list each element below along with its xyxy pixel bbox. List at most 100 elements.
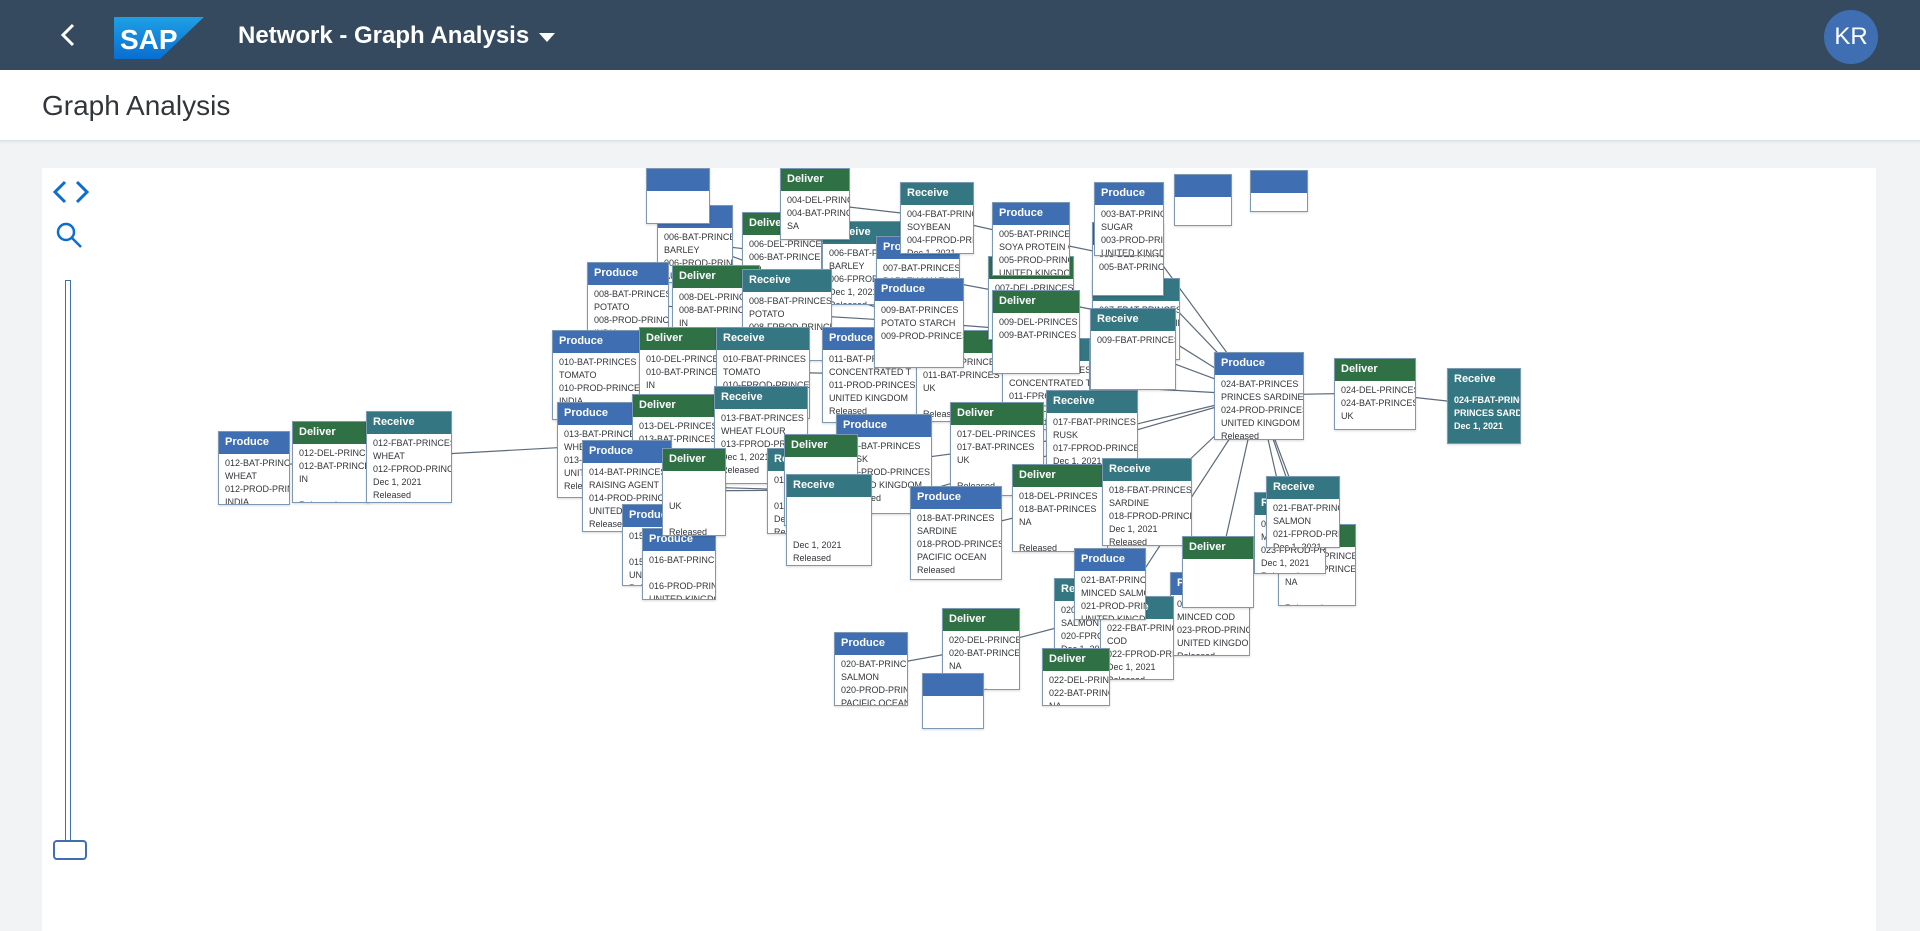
- node-line: PRINCES SARDINE: [1454, 408, 1520, 418]
- node-body: Released: [1183, 559, 1253, 607]
- graph-node-produce[interactable]: Produce016-BAT-PRINCES 016-PROD-PRINCESU…: [642, 528, 716, 600]
- node-line: 010-BAT-PRINCES: [559, 357, 637, 367]
- graph-node-receive[interactable]: Receive 012-FBAT-PRINCES WHEAT 012-FPROD-PR…: [366, 411, 452, 503]
- graph-node-blank[interactable]: [1174, 174, 1232, 226]
- node-line: SARDINE: [1109, 498, 1150, 508]
- graph-node-deliver[interactable]: Deliver022-DEL-PRINCES022-BAT-PRINCESNA …: [1042, 648, 1110, 706]
- graph-node-blank[interactable]: [922, 673, 984, 729]
- graph-canvas[interactable]: Produce012-BAT-PRINCESWHEAT012-PROD-PRIN…: [42, 168, 1876, 931]
- node-line: 009-BAT-PRINCES: [999, 330, 1077, 340]
- node-line: 024-FBAT-PRINCES: [1454, 395, 1520, 405]
- node-line: TOMATO: [723, 367, 761, 377]
- node-header: Receive: [1047, 391, 1137, 413]
- chevron-right-icon[interactable]: [72, 178, 92, 206]
- node-line: Released: [1109, 537, 1148, 546]
- node-line: 010-FBAT-PRINCES: [723, 354, 806, 364]
- graph-node-receive[interactable]: Receive 021-FBAT-PRINCES SALMON 021-FPROD-P…: [1266, 476, 1340, 548]
- node-line: [793, 500, 865, 513]
- node-line: 014-BAT-PRINCES: [589, 467, 667, 477]
- graph-node-deliver[interactable]: Deliver004-DEL-PRINCES004-BAT-PRINCESSA …: [780, 168, 850, 240]
- node-body: 024-DEL-PRINCES024-BAT-PRINCESUK Release…: [1335, 381, 1415, 429]
- node-line: 021-FBAT-PRINCES: [1273, 503, 1339, 513]
- zoom-slider-track[interactable]: [65, 280, 71, 842]
- node-line: UNITED KINGDOM: [999, 268, 1070, 276]
- graph-node-blank[interactable]: [1250, 170, 1308, 212]
- svg-text:SAP: SAP: [120, 24, 178, 55]
- node-line: Released: [669, 527, 708, 536]
- node-body: 012-FBAT-PRINCES WHEAT 012-FPROD-PRINCE Dec…: [367, 434, 451, 502]
- node-line: 005-BAT-PRINCES: [999, 229, 1070, 239]
- graph-node-receive[interactable]: Receive 009-FBAT-PRINCES: [1090, 308, 1176, 390]
- graph-node-deliver[interactable]: Deliver UK Released: [662, 448, 726, 536]
- node-header: [1175, 175, 1231, 197]
- zoom-slider-handle[interactable]: [53, 840, 87, 860]
- node-header: Produce: [1095, 183, 1163, 205]
- graph-node-produce[interactable]: Produce 012-BAT-PRINCES WHEAT 012-PROD-PRIN…: [218, 431, 290, 505]
- node-header: Produce: [583, 441, 671, 463]
- node-line: 020-BAT-PRINCES: [841, 659, 907, 669]
- node-line: 003-BAT-PRINCES: [1101, 209, 1163, 219]
- graph-node-deliver[interactable]: Deliver 024-DEL-PRINCES 024-BAT-PRINCES UK …: [1334, 358, 1416, 430]
- graph-node-deliver[interactable]: Deliver 018-DEL-PRINCES 018-BAT-PRINCES NA …: [1012, 464, 1108, 552]
- node-line: [1097, 373, 1169, 386]
- node-line: 008-PROD-PRINCES: [594, 315, 669, 325]
- user-avatar[interactable]: KR: [1824, 10, 1878, 64]
- node-line: 021-BAT-PRINCES: [1081, 575, 1146, 585]
- node-line: UK: [1341, 411, 1354, 421]
- node-line: UNITED KINGDOM: [1081, 614, 1146, 620]
- search-icon[interactable]: [54, 220, 84, 250]
- node-line: WHEAT: [373, 451, 405, 461]
- graph-node-deliver[interactable]: Deliver 009-DEL-PRINCES 009-BAT-PRINCES: [992, 290, 1080, 374]
- graph-node-receive[interactable]: Receive Dec 1, 2021 Released: [786, 474, 872, 566]
- node-line: Dec 1, 2021: [1107, 662, 1156, 672]
- node-line: NA: [1285, 577, 1298, 587]
- node-line: UK: [669, 501, 682, 511]
- node-line: Released: [1285, 602, 1349, 605]
- node-line: NA: [949, 661, 962, 671]
- node-body: 020-BAT-PRINCES SALMON 020-PROD-PRINCES PAC…: [835, 655, 908, 706]
- graph-node-produce[interactable]: Produce 024-BAT-PRINCES PRINCES SARDINE 024…: [1214, 352, 1304, 440]
- node-line: 005-PROD-PRINCES: [999, 255, 1069, 265]
- node-line: Released: [1261, 570, 1319, 573]
- node-body: [1251, 193, 1307, 199]
- node-line: [999, 355, 1073, 368]
- node-line: 011-PROD-PRINCES: [829, 380, 916, 390]
- graph-node-produce[interactable]: Produce 003-BAT-PRINCES SUGAR 003-PROD-PRIN…: [1094, 182, 1164, 256]
- app-title-menu[interactable]: Network - Graph Analysis: [238, 22, 556, 50]
- node-line: UNITED KINGDOM: [1221, 418, 1301, 428]
- graph-node-receive[interactable]: Receive 024-FBAT-PRINCES PRINCES SARDINE De…: [1447, 368, 1521, 444]
- node-line: Dec 1, 2021: [907, 248, 956, 254]
- node-line: IN: [299, 474, 308, 484]
- node-line: 012-DEL-PRINCES: [299, 448, 370, 458]
- graph-node-produce[interactable]: Produce 021-BAT-PRINCES MINCED SALMON 021-P…: [1074, 548, 1146, 620]
- graph-node-produce[interactable]: Produce 009-BAT-PRINCES POTATO STARCH 009-P…: [874, 278, 964, 368]
- shell-bar: SAP Network - Graph Analysis KR: [0, 0, 1920, 70]
- node-line: 004-DEL-PRINCES: [787, 195, 849, 205]
- node-line: [1189, 562, 1247, 575]
- chevron-left-icon[interactable]: [50, 178, 70, 206]
- node-body: 024-FBAT-PRINCES PRINCES SARDINE Dec 1, 20…: [1448, 391, 1520, 443]
- graph-node-blank[interactable]: [646, 168, 710, 224]
- node-header: Receive: [715, 387, 807, 409]
- graph-node-deliver[interactable]: Deliver Released: [1182, 536, 1254, 608]
- node-line: [999, 368, 1073, 373]
- node-line: 004-FPROD-PRINCE: [907, 235, 973, 245]
- node-header: Receive: [1103, 459, 1191, 481]
- back-icon[interactable]: [56, 22, 82, 48]
- node-line: 009-DEL-PRINCES: [999, 317, 1078, 327]
- graph-node-produce[interactable]: Produce005-BAT-PRINCESSOYA PROTEIN COI00…: [992, 202, 1070, 276]
- graph-node-produce[interactable]: Produce 020-BAT-PRINCES SALMON 020-PROD-PRI…: [834, 632, 908, 706]
- graph-node-receive[interactable]: Receive 004-FBAT-PRINCES SOYBEAN 004-FPROD-…: [900, 182, 974, 254]
- node-line: UNITED KINGDOM: [1177, 638, 1250, 648]
- graph-node-receive[interactable]: Receive 018-FBAT-PRINCES SARDINE 018-FPROD-…: [1102, 458, 1192, 546]
- node-line: [881, 356, 957, 367]
- node-line: PRINCES SARDINE: [1221, 392, 1304, 402]
- node-header: Produce: [875, 279, 963, 301]
- node-line: 017-DEL-PRINCES: [957, 429, 1036, 439]
- node-line: PACIFIC OCEAN: [841, 698, 908, 706]
- node-line: 022-BAT-PRINCES: [1049, 688, 1109, 698]
- node-body: 009-FBAT-PRINCES: [1091, 331, 1175, 389]
- graph-node-produce[interactable]: Produce 018-BAT-PRINCES SARDINE 018-PROD-PR…: [910, 486, 1002, 580]
- node-line: 003-PROD-PRINCES: [1101, 235, 1164, 245]
- graph-node-deliver[interactable]: Deliver 012-DEL-PRINCES 012-BAT-PRINCES IN …: [292, 421, 370, 503]
